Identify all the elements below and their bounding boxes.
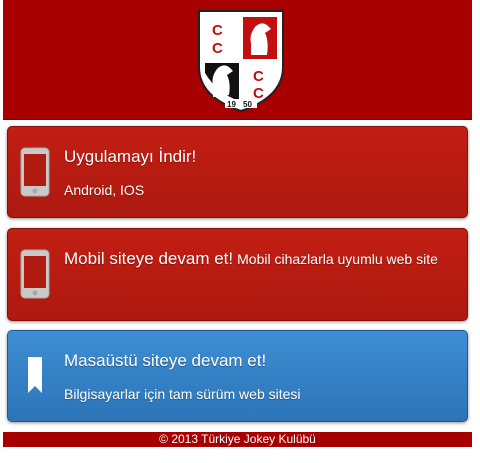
card-title: Masaüstü siteye devam et!	[64, 351, 267, 370]
footer: © 2013 Türkiye Jokey Kulübü	[3, 432, 472, 447]
download-app-card[interactable]: Uygulamayı İndir! Android, IOS	[7, 126, 468, 218]
svg-text:C: C	[253, 68, 264, 85]
svg-text:19: 19	[227, 100, 236, 109]
card-title-text: Mobil siteye devam et!	[64, 249, 234, 268]
card-title: Mobil siteye devam et! Mobil cihazlarla u…	[64, 249, 438, 269]
card-subtitle: Bilgisayarlar için tam sürüm web sitesi	[64, 386, 301, 402]
card-title: Uygulamayı İndir!	[64, 147, 197, 166]
svg-text:C: C	[212, 22, 223, 39]
card-subtitle: Mobil cihazlarla uyumlu web site	[237, 251, 438, 267]
page-frame: C C C C 19 50 Uygulamayı İndir! Android,…	[3, 0, 472, 463]
svg-text:C: C	[212, 40, 223, 57]
mobile-site-card[interactable]: Mobil siteye devam et! Mobil cihazlarla u…	[7, 228, 468, 321]
phone-icon	[20, 147, 50, 197]
desktop-site-card[interactable]: Masaüstü siteye devam et! Bilgisayarlar …	[7, 330, 468, 422]
bookmark-icon	[28, 357, 42, 393]
svg-text:50: 50	[243, 100, 252, 109]
header: C C C C 19 50	[3, 0, 472, 120]
card-subtitle: Android, IOS	[64, 182, 145, 198]
phone-icon	[20, 249, 50, 299]
jockey-club-logo: C C C C 19 50	[198, 10, 284, 113]
